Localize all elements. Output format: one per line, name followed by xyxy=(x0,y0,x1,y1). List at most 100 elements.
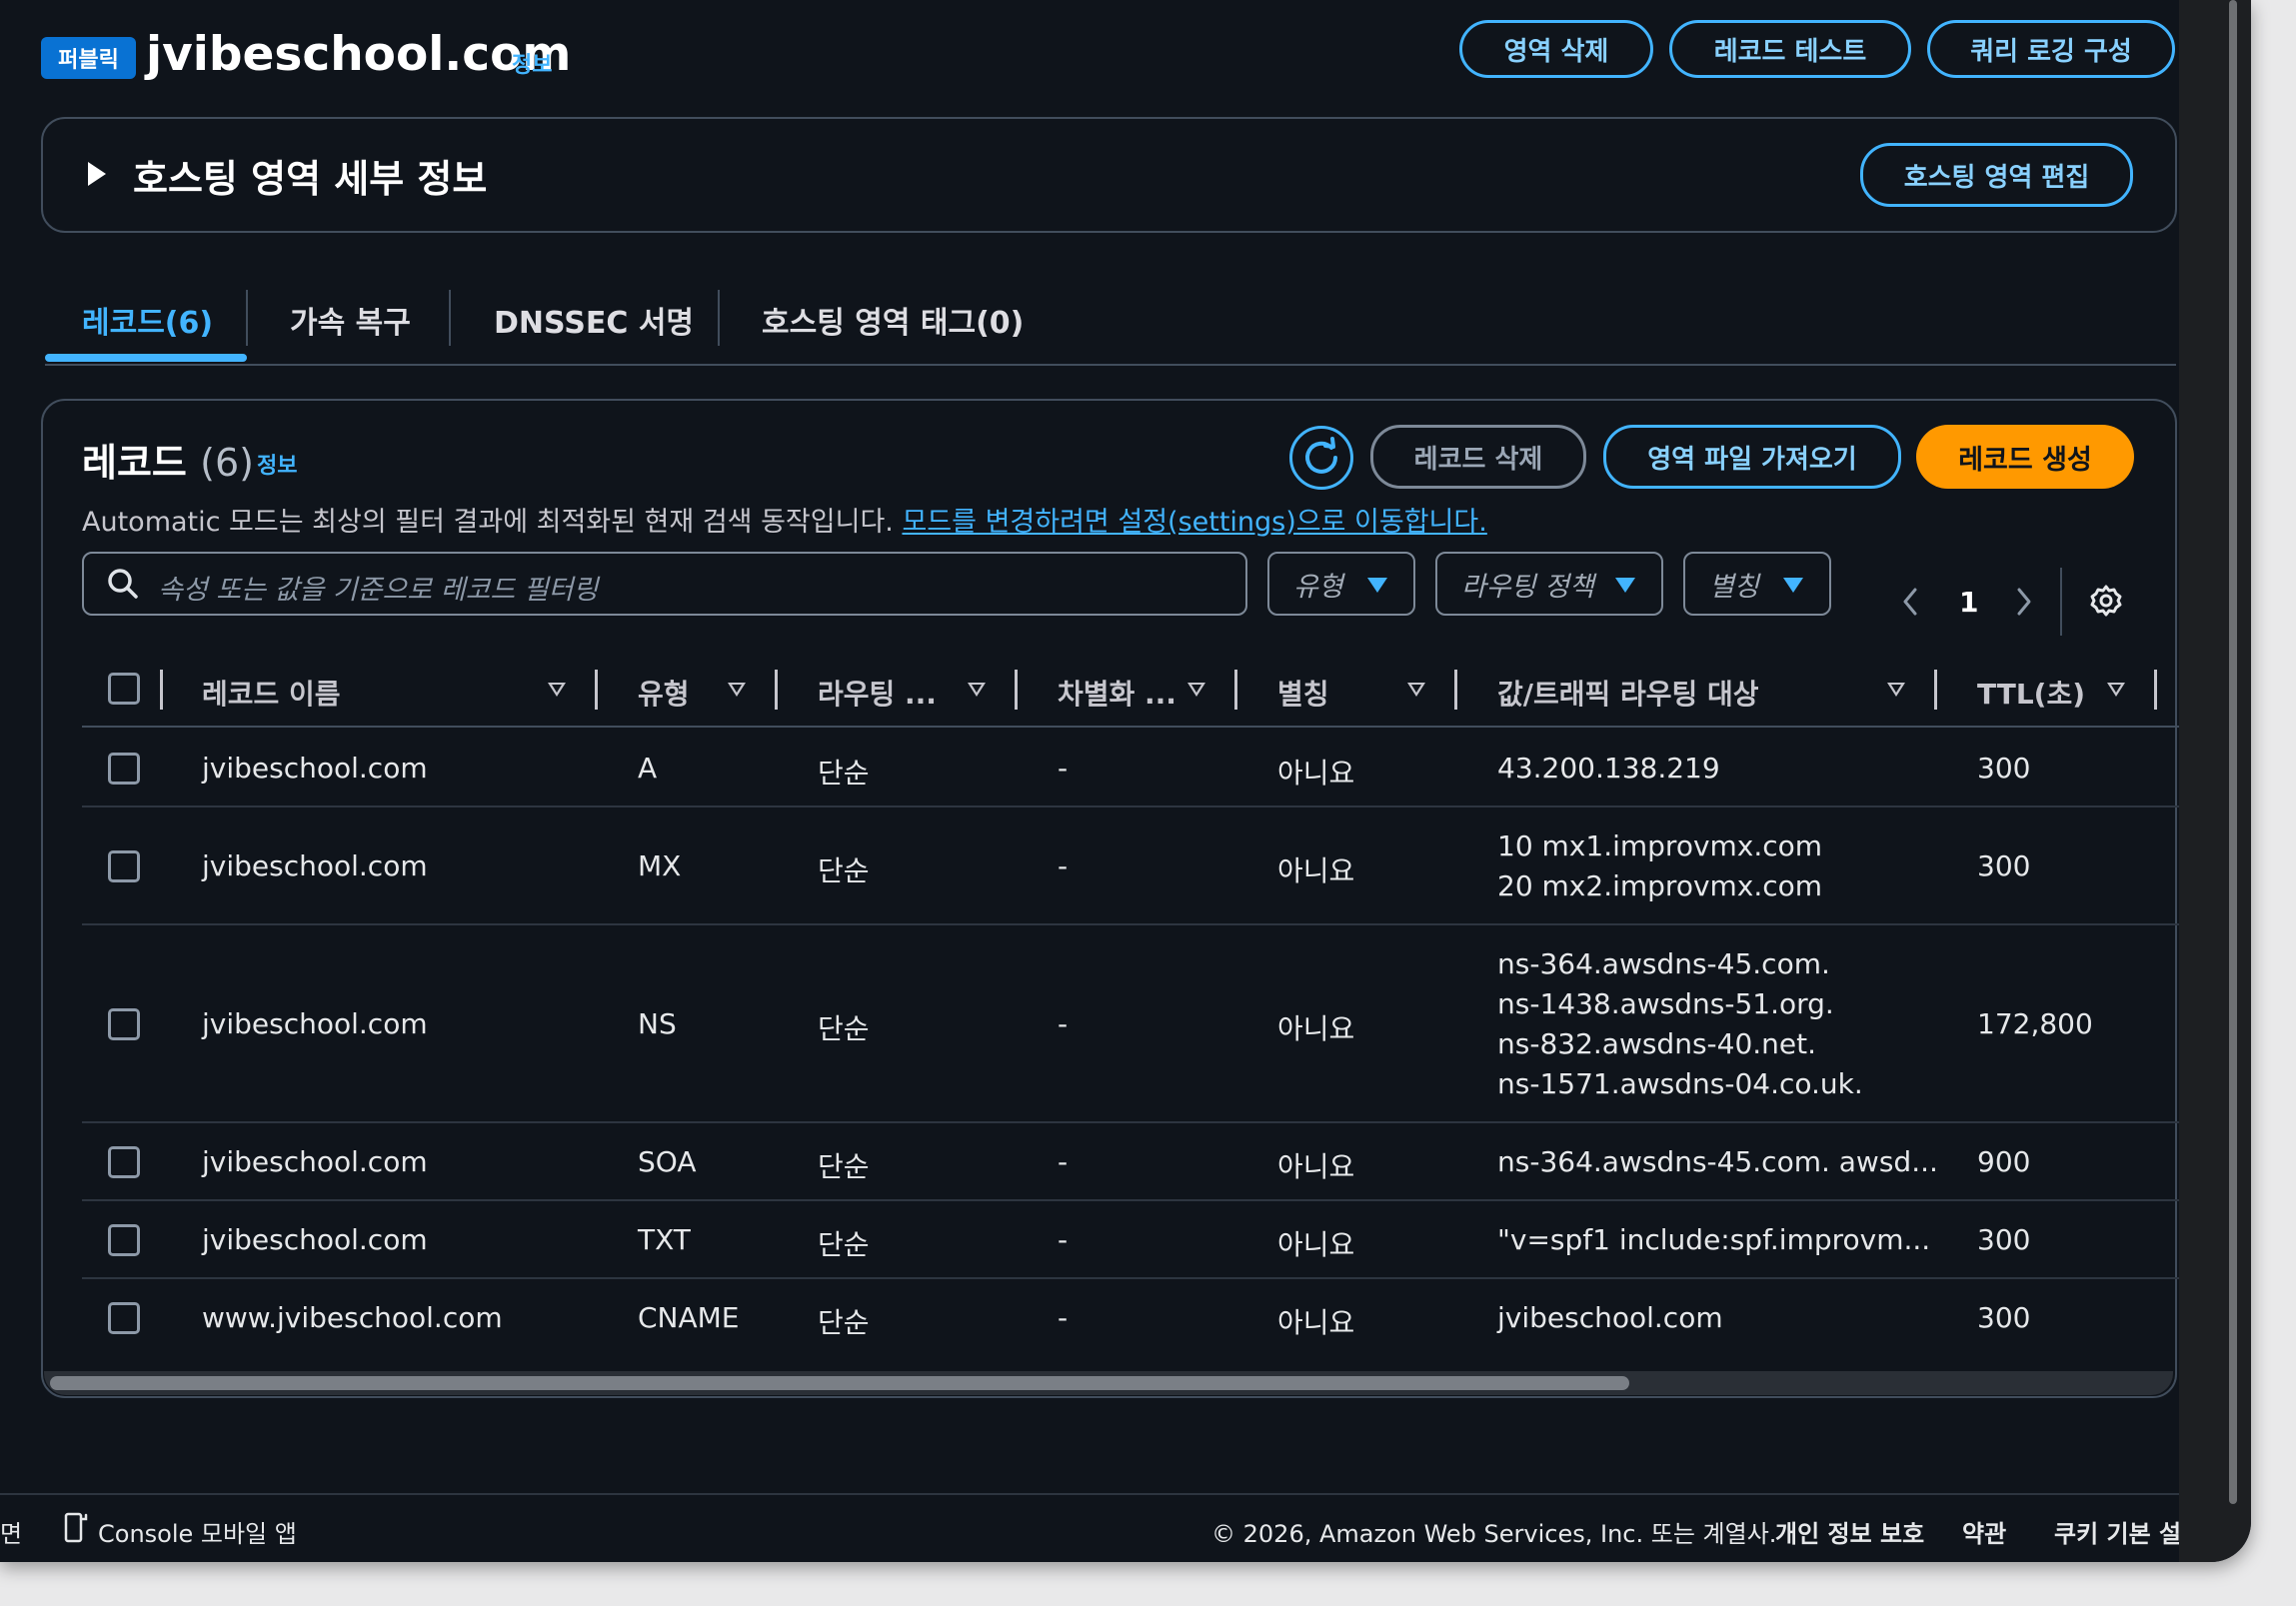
record-differentiator: - xyxy=(1058,1007,1069,1040)
record-ttl: 300 xyxy=(1977,752,2031,785)
row-checkbox[interactable] xyxy=(108,1224,140,1256)
table-header-divider xyxy=(82,726,2179,728)
record-value: jvibeschool.com xyxy=(1497,1301,1723,1334)
privacy-link[interactable]: 개인 정보 보호 xyxy=(1775,1514,1924,1549)
records-count: (6) xyxy=(200,441,254,485)
record-type: CNAME xyxy=(638,1301,740,1334)
details-section-title[interactable]: 호스팅 영역 세부 정보 xyxy=(133,148,487,203)
record-alias: 아니요 xyxy=(1277,1150,1355,1183)
record-name: www.jvibeschool.com xyxy=(202,1301,503,1334)
test-record-button[interactable]: 레코드 테스트 xyxy=(1669,20,1911,78)
column-divider xyxy=(160,670,163,710)
window-scrollbar[interactable] xyxy=(2229,0,2237,1504)
pager-divider xyxy=(2060,568,2062,636)
caret-down-icon xyxy=(1615,578,1635,593)
import-zone-file-button[interactable]: 영역 파일 가져오기 xyxy=(1603,425,1901,489)
sort-caret-icon[interactable] xyxy=(728,683,746,697)
device-bezel xyxy=(2179,0,2251,1562)
mobile-phone-icon xyxy=(64,1512,88,1543)
records-heading: 레코드 (6) xyxy=(82,432,254,487)
horizontal-scrollbar-thumb[interactable] xyxy=(50,1376,1629,1390)
tab-accelerated-recovery[interactable]: 가속 복구 xyxy=(290,298,411,342)
record-routing: 단순 xyxy=(818,1012,870,1045)
record-type: NS xyxy=(638,1007,677,1040)
tab-records[interactable]: 레코드(6) xyxy=(82,298,213,342)
record-differentiator: - xyxy=(1058,1145,1069,1178)
select-all-checkbox[interactable] xyxy=(108,673,140,705)
sort-caret-icon[interactable] xyxy=(968,683,986,697)
description-text: Automatic 모드는 최상의 필터 결과에 최적화된 현재 검색 동작입니… xyxy=(82,507,894,538)
record-value: 43.200.138.219 xyxy=(1497,752,1720,785)
type-filter-select[interactable]: 유형 xyxy=(1267,552,1415,616)
routing-policy-filter-select[interactable]: 라우팅 정책 xyxy=(1435,552,1663,616)
column-header-routing-policy[interactable]: 라우팅 ... xyxy=(818,673,937,713)
record-name: jvibeschool.com xyxy=(202,1007,428,1040)
create-record-button[interactable]: 레코드 생성 xyxy=(1916,425,2134,489)
row-divider xyxy=(82,1121,2179,1123)
zone-info-link[interactable]: 정보 xyxy=(512,47,552,79)
sort-caret-icon[interactable] xyxy=(1887,683,1905,697)
row-divider xyxy=(82,923,2179,925)
settings-link[interactable]: 모드를 변경하려면 설정(settings)으로 이동합니다. xyxy=(902,507,1486,538)
sort-caret-icon[interactable] xyxy=(2107,683,2125,697)
column-header-value[interactable]: 값/트래픽 라우팅 대상 xyxy=(1497,673,1759,713)
column-header-record-name[interactable]: 레코드 이름 xyxy=(202,673,341,713)
refresh-button[interactable] xyxy=(1289,426,1353,490)
row-divider xyxy=(82,1277,2179,1279)
active-tab-indicator xyxy=(45,354,247,362)
chevron-left-icon[interactable] xyxy=(1898,584,1922,620)
record-routing: 단순 xyxy=(818,1228,870,1261)
record-differentiator: - xyxy=(1058,1223,1069,1256)
delete-zone-button[interactable]: 영역 삭제 xyxy=(1459,20,1653,78)
tab-divider xyxy=(449,290,451,346)
search-icon xyxy=(108,569,138,599)
caret-down-icon xyxy=(1783,578,1803,593)
console-mobile-app-link[interactable]: Console 모바일 앱 xyxy=(98,1514,297,1549)
records-info-link[interactable]: 정보 xyxy=(257,448,297,480)
record-alias: 아니요 xyxy=(1277,1012,1355,1045)
chevron-right-icon[interactable] xyxy=(2012,584,2036,620)
column-divider xyxy=(1015,670,1018,710)
sort-caret-icon[interactable] xyxy=(548,683,566,697)
tab-hosted-zone-tags[interactable]: 호스팅 영역 태그(0) xyxy=(762,298,1024,342)
delete-record-button[interactable]: 레코드 삭제 xyxy=(1370,425,1586,489)
sort-caret-icon[interactable] xyxy=(1187,683,1205,697)
alias-filter-select[interactable]: 별칭 xyxy=(1683,552,1831,616)
column-header-ttl[interactable]: TTL(초) xyxy=(1977,673,2085,713)
record-ttl: 300 xyxy=(1977,1223,2031,1256)
record-ttl: 300 xyxy=(1977,1301,2031,1334)
row-checkbox[interactable] xyxy=(108,1146,140,1178)
row-checkbox[interactable] xyxy=(108,1008,140,1040)
footer-cut-link[interactable]: 면 xyxy=(0,1514,22,1549)
record-differentiator: - xyxy=(1058,849,1069,882)
sort-caret-icon[interactable] xyxy=(1407,683,1425,697)
search-mode-description: Automatic 모드는 최상의 필터 결과에 최적화된 현재 검색 동작입니… xyxy=(82,500,1487,539)
tab-divider xyxy=(718,290,720,346)
record-alias: 아니요 xyxy=(1277,1228,1355,1261)
row-checkbox[interactable] xyxy=(108,850,140,882)
expand-caret-icon[interactable] xyxy=(88,162,106,186)
record-type: SOA xyxy=(638,1145,697,1178)
row-checkbox[interactable] xyxy=(108,753,140,785)
record-value: ns-364.awsdns-45.com. ns-1438.awsdns-51.… xyxy=(1497,947,1863,1100)
configure-query-logging-button[interactable]: 쿼리 로깅 구성 xyxy=(1927,20,2175,78)
column-header-differentiator[interactable]: 차별화 ... xyxy=(1058,673,1176,713)
caret-down-icon xyxy=(1367,578,1387,593)
column-header-type[interactable]: 유형 xyxy=(638,673,690,713)
gear-icon[interactable] xyxy=(2087,582,2125,620)
edit-hosted-zone-button[interactable]: 호스팅 영역 편집 xyxy=(1860,143,2133,207)
routing-filter-label: 라우팅 정책 xyxy=(1461,571,1594,603)
tab-dnssec-signing[interactable]: DNSSEC 서명 xyxy=(494,298,694,342)
column-header-alias[interactable]: 별칭 xyxy=(1277,673,1329,713)
row-checkbox[interactable] xyxy=(108,1302,140,1334)
current-page-number[interactable]: 1 xyxy=(1959,586,1978,619)
record-name: jvibeschool.com xyxy=(202,752,428,785)
record-alias: 아니요 xyxy=(1277,854,1355,887)
terms-link[interactable]: 약관 xyxy=(1962,1514,2006,1549)
record-type: TXT xyxy=(638,1223,691,1256)
alias-filter-label: 별칭 xyxy=(1709,571,1759,603)
record-type: MX xyxy=(638,849,682,882)
type-filter-label: 유형 xyxy=(1293,571,1343,603)
record-name: jvibeschool.com xyxy=(202,849,428,882)
record-differentiator: - xyxy=(1058,1301,1069,1334)
